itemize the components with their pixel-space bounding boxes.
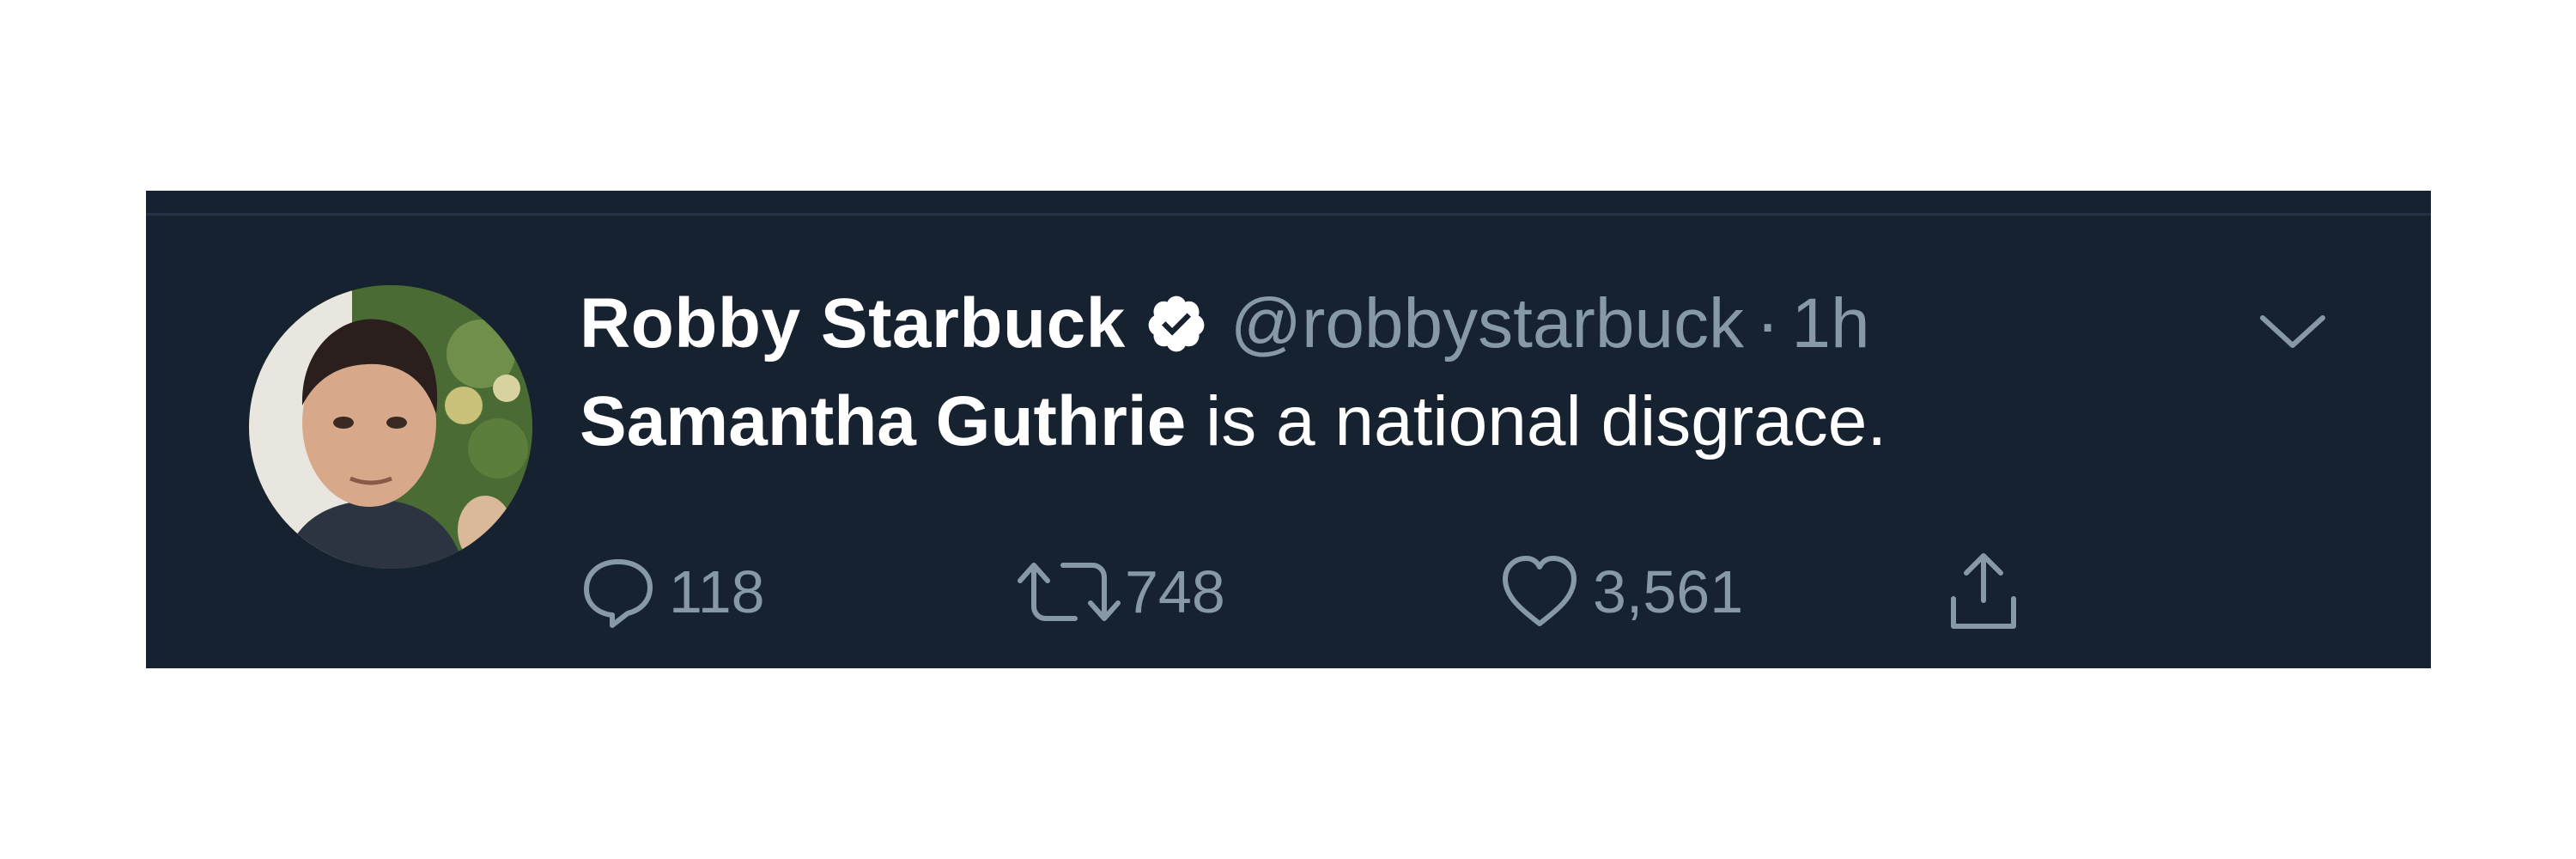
tweet-text-bold: Samantha Guthrie	[580, 382, 1187, 460]
heart-icon	[1498, 553, 1581, 631]
verified-badge-icon	[1145, 292, 1208, 356]
tweet-text-rest: is a national disgrace.	[1186, 382, 1887, 460]
timestamp[interactable]: 1h	[1791, 283, 1869, 364]
separator-dot: ·	[1756, 284, 1780, 362]
reply-icon	[580, 553, 657, 631]
tweet-card[interactable]: Robby Starbuck @robbystarbuck · 1h Saman…	[146, 191, 2431, 668]
avatar[interactable]	[249, 285, 532, 569]
divider	[146, 213, 2431, 216]
retweet-count: 748	[1125, 558, 1225, 625]
reply-count: 118	[669, 558, 765, 625]
share-icon	[1945, 549, 2022, 635]
chevron-down-icon[interactable]	[2254, 302, 2331, 362]
like-count: 3,561	[1593, 558, 1744, 625]
reply-button[interactable]: 118	[580, 545, 765, 639]
share-button[interactable]	[1945, 545, 2022, 639]
display-name[interactable]: Robby Starbuck	[580, 283, 1126, 364]
user-handle[interactable]: @robbystarbuck	[1230, 283, 1744, 364]
like-button[interactable]: 3,561	[1498, 545, 1743, 639]
tweet-actions: 118 748 3,561	[580, 545, 2211, 639]
tweet-text: Samantha Guthrie is a national disgrace.	[580, 375, 2297, 469]
retweet-button[interactable]: 748	[1013, 545, 1225, 639]
retweet-icon	[1013, 553, 1125, 631]
tweet-content: Robby Starbuck @robbystarbuck · 1h Saman…	[580, 277, 2297, 469]
tweet-header: Robby Starbuck @robbystarbuck · 1h	[580, 277, 2297, 371]
page: Robby Starbuck @robbystarbuck · 1h Saman…	[0, 0, 2576, 859]
